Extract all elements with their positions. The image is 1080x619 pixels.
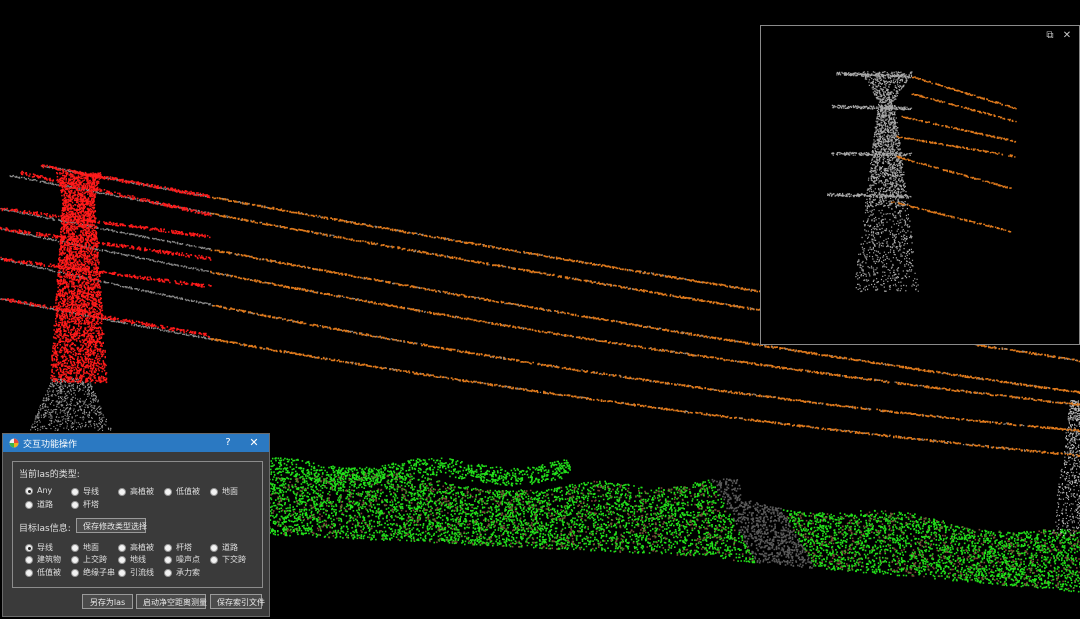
save-as-las-button[interactable]: 另存为las: [82, 594, 133, 609]
help-icon[interactable]: ?: [221, 436, 235, 450]
current-type-radio-low-vegetation[interactable]: 低值被: [164, 486, 200, 497]
radio-dot: [210, 487, 218, 496]
target-type-radio-ground[interactable]: 地面: [71, 542, 99, 553]
radio-dot: [71, 568, 79, 577]
target-type-radio-tower[interactable]: 杆塔: [164, 542, 192, 553]
radio-dot: [25, 543, 33, 552]
target-type-radio-ground-wire[interactable]: 地线: [118, 554, 146, 565]
start-clearance-measure-button[interactable]: 启动净空距离测量: [136, 594, 207, 609]
preview-scene: [827, 71, 1017, 293]
radio-dot: [164, 568, 172, 577]
current-type-radio-tower[interactable]: 杆塔: [71, 499, 99, 510]
preview-conductor-points: [891, 76, 1017, 233]
target-type-radio-lower-crossing[interactable]: 下交跨: [210, 554, 246, 565]
current-type-radio-ground[interactable]: 地面: [210, 486, 238, 497]
radio-dot: [118, 555, 126, 564]
radio-dot: [71, 543, 79, 552]
close-icon[interactable]: ✕: [247, 436, 261, 450]
dialog-titlebar[interactable]: 交互功能操作 ? ✕: [3, 434, 269, 452]
target-type-radio-noise[interactable]: 噪声点: [164, 554, 200, 565]
radio-dot: [210, 555, 218, 564]
radio-dot: [164, 543, 172, 552]
restore-icon[interactable]: ⧉: [1044, 30, 1056, 42]
radio-dot: [118, 487, 126, 496]
radio-dot: [71, 500, 79, 509]
target-type-radio-jumper[interactable]: 引流线: [118, 567, 154, 578]
tower-highlighted-points: [0, 164, 212, 384]
radio-dot: [71, 555, 79, 564]
preview-window[interactable]: ⧉ ✕: [760, 25, 1080, 345]
current-type-radio-any[interactable]: Any: [25, 486, 52, 495]
radio-dot: [25, 555, 33, 564]
radio-dot: [118, 543, 126, 552]
app-icon: [9, 438, 19, 448]
target-type-radio-low-vegetation[interactable]: 低值被: [25, 567, 61, 578]
current-type-radio-road[interactable]: 道路: [25, 499, 53, 510]
target-type-radio-conductor[interactable]: 导线: [25, 542, 53, 553]
target-type-radio-messenger-wire[interactable]: 承力索: [164, 567, 200, 578]
save-index-file-button[interactable]: 保存索引文件: [210, 594, 265, 609]
target-info-label: 目标las信息:: [19, 524, 71, 534]
tower-lower-points: [30, 378, 112, 431]
radio-dot: [71, 487, 79, 496]
target-type-radio-high-vegetation[interactable]: 高植被: [118, 542, 154, 553]
target-type-radio-road[interactable]: 道路: [210, 542, 238, 553]
radio-dot: [118, 568, 126, 577]
current-type-radio-conductor[interactable]: 导线: [71, 486, 99, 497]
radio-dot: [164, 487, 172, 496]
far-tower-points: [1052, 400, 1080, 537]
current-type-radio-high-vegetation[interactable]: 高植被: [118, 486, 154, 497]
current-type-label: 当前las的类型:: [19, 470, 80, 480]
target-type-radio-upper-crossing[interactable]: 上交跨: [71, 554, 107, 565]
radio-dot: [25, 568, 33, 577]
save-type-selection-button[interactable]: 保存修改类型选择: [76, 518, 147, 533]
radio-dot: [25, 500, 33, 509]
interaction-dialog: 交互功能操作 ? ✕ 当前las的类型: Any 导线 高植被 低值被 地面 道…: [2, 433, 270, 617]
las-type-group: 当前las的类型: Any 导线 高植被 低值被 地面 道路 杆塔 目标las信…: [12, 461, 263, 588]
preview-tower-points: [827, 71, 919, 293]
target-type-radio-insulator[interactable]: 绝缘子串: [71, 567, 115, 578]
radio-dot: [164, 555, 172, 564]
radio-dot: [25, 486, 33, 495]
dialog-title: 交互功能操作: [23, 440, 78, 450]
ground-points: [265, 457, 1080, 593]
radio-dot: [210, 543, 218, 552]
target-type-radio-building[interactable]: 建筑物: [25, 554, 61, 565]
close-icon[interactable]: ✕: [1061, 30, 1073, 42]
